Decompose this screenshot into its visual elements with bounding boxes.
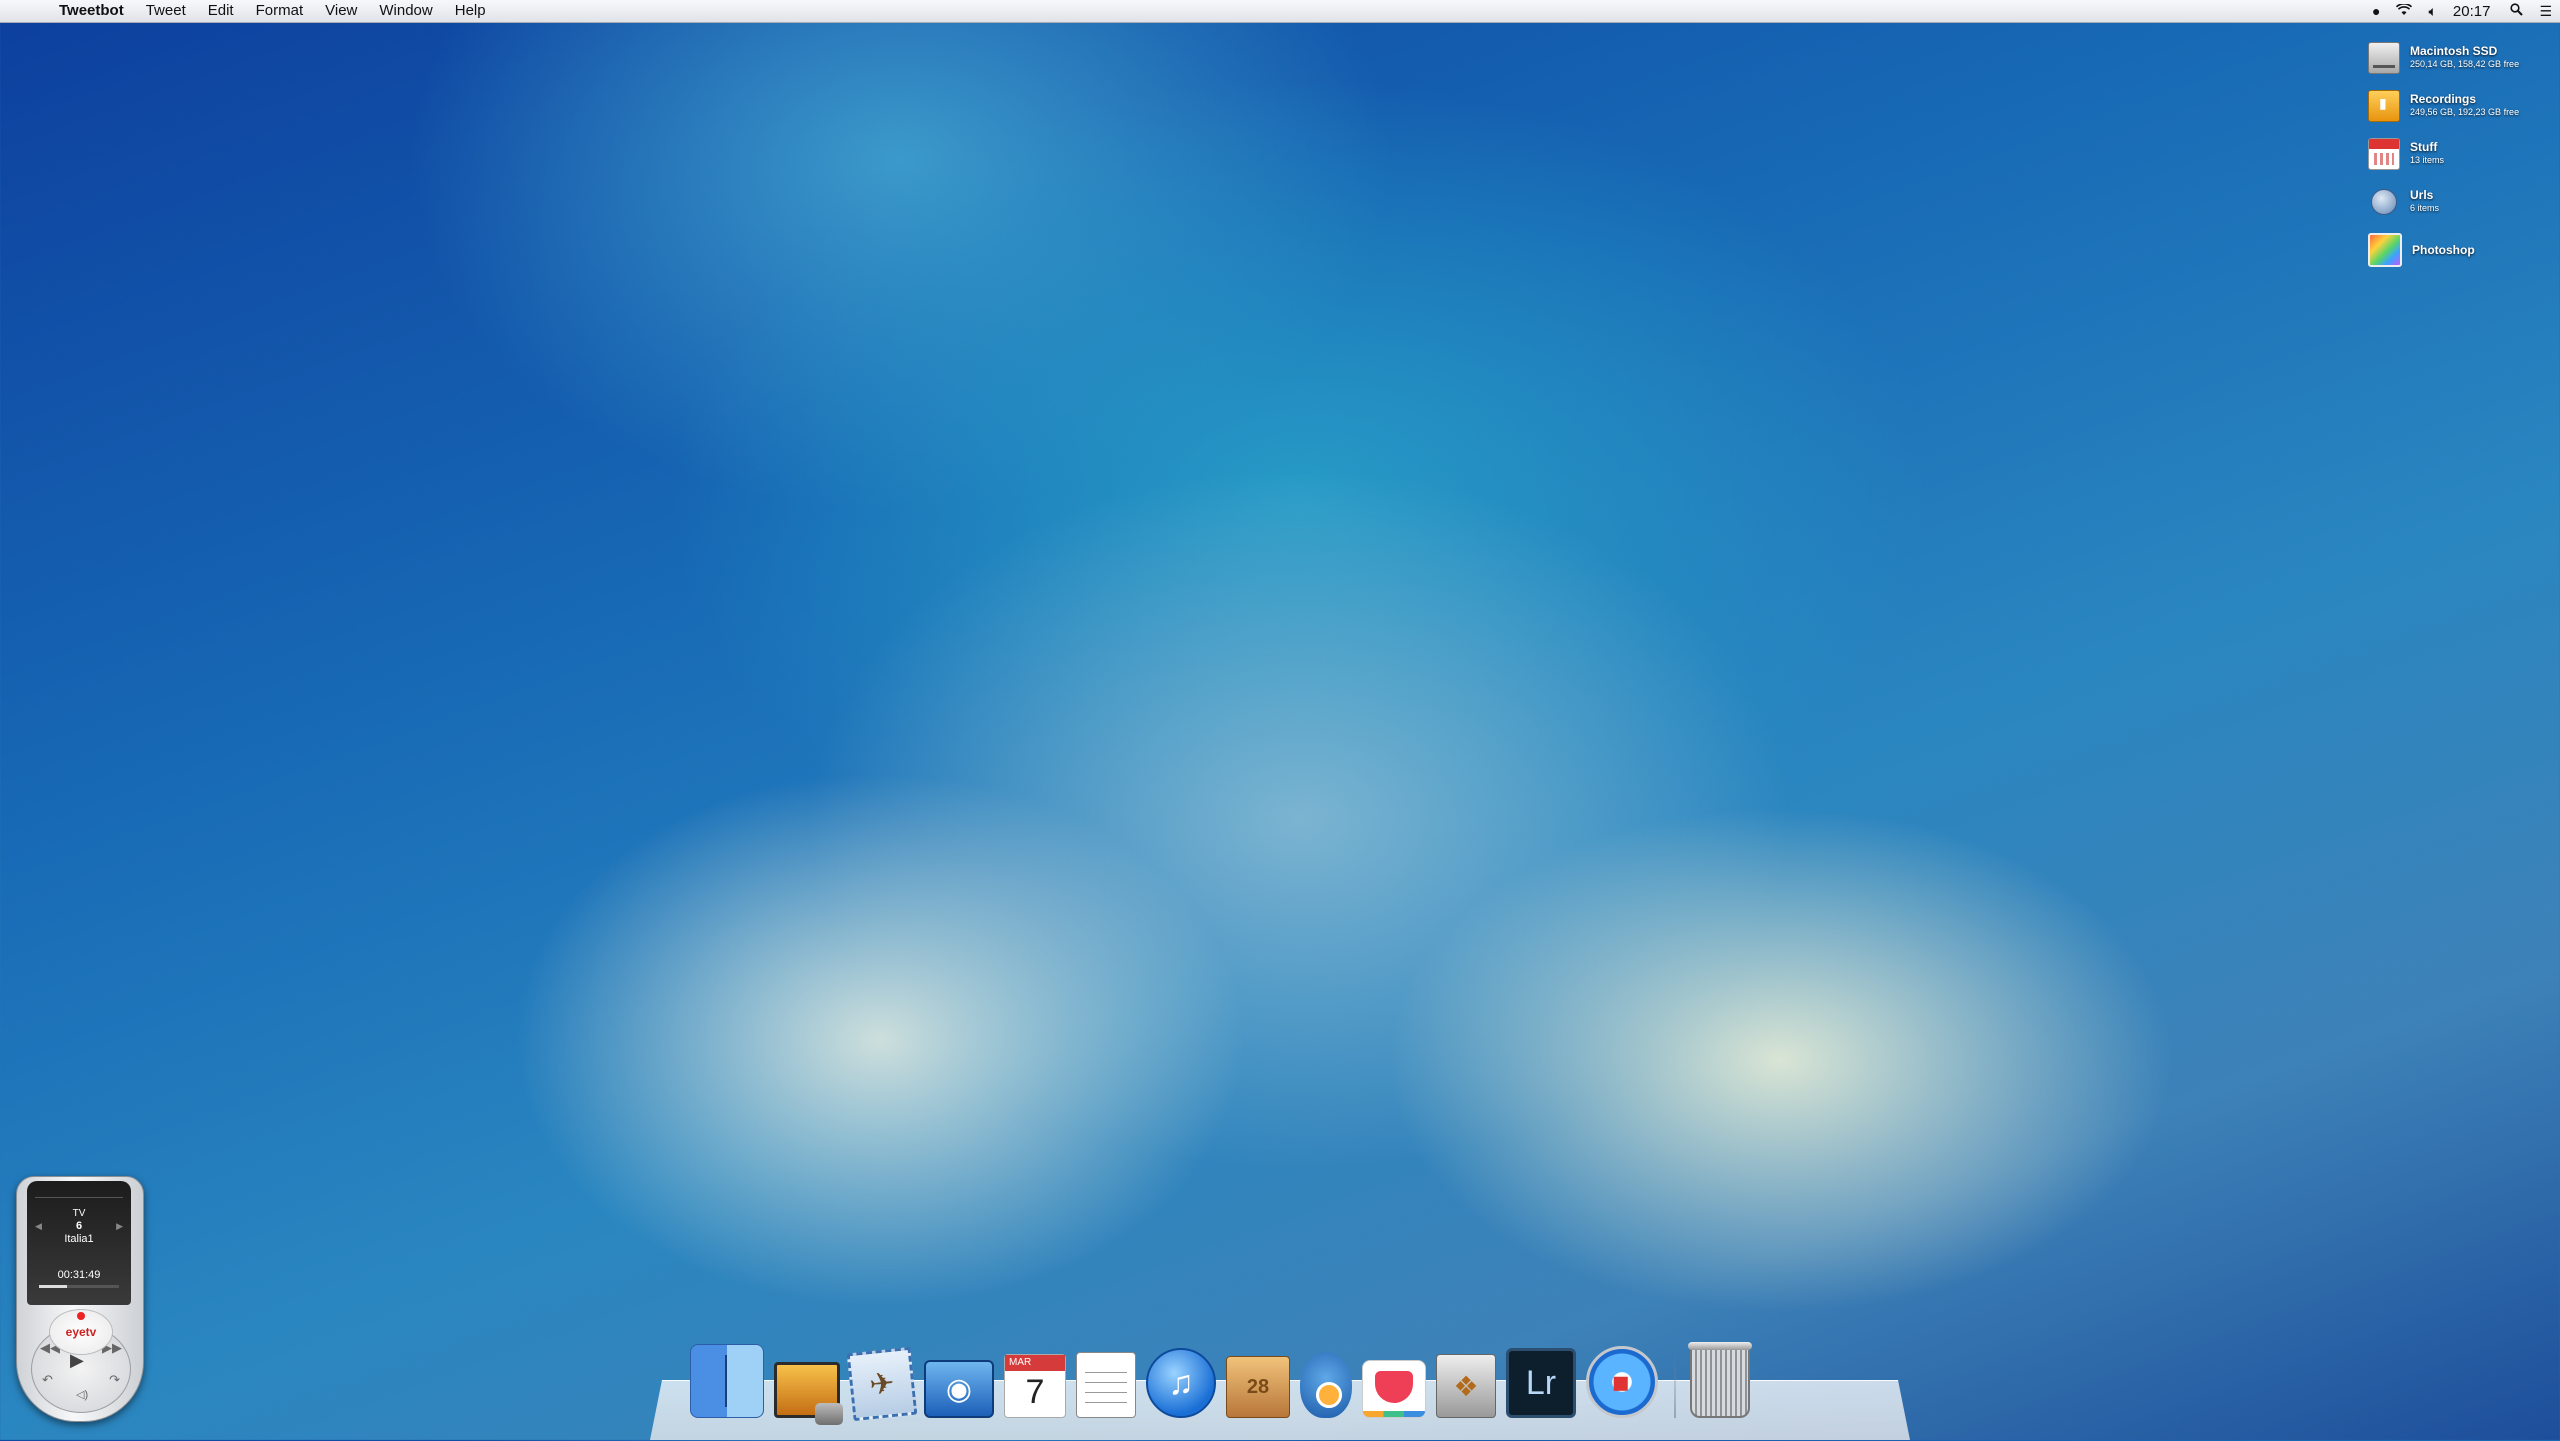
- desktop-item-info: 6 items: [2410, 203, 2440, 213]
- spotlight-icon[interactable]: [2502, 0, 2531, 22]
- desktop-item-name: Stuff: [2410, 140, 2438, 154]
- desktop-item-urls[interactable]: Urls 6 items: [2368, 178, 2548, 226]
- eyetv-remote[interactable]: TV ◀ 6 ▶ Italia1 00:31:49 ◀◀ ▶▶ ▶ ↶ ↷ ◁)…: [16, 1176, 144, 1422]
- menu-bar: Tweetbot Tweet Edit Format View Window H…: [0, 0, 2560, 23]
- desktop-items: Macintosh SSD 250,14 GB, 158,42 GB free …: [2368, 34, 2548, 274]
- desktop-item-name: Macintosh SSD: [2410, 44, 2498, 58]
- keka-icon[interactable]: ❖: [1436, 1354, 1496, 1418]
- remote-screen: TV ◀ 6 ▶ Italia1 00:31:49: [27, 1181, 131, 1305]
- stack-icon: [2368, 138, 2400, 170]
- deliveries-badge: 28: [1246, 1375, 1270, 1398]
- safari-icon[interactable]: ◆: [1586, 1346, 1658, 1418]
- volume-down-icon[interactable]: ◁): [76, 1388, 88, 1401]
- desktop-item-photoshop[interactable]: Photoshop: [2368, 226, 2548, 274]
- tweetbot-status-icon[interactable]: ●: [2364, 0, 2388, 22]
- tweetbot-icon[interactable]: [1300, 1352, 1352, 1418]
- deliveries-icon[interactable]: 28: [1226, 1356, 1290, 1418]
- volume-icon[interactable]: 🔈︎: [2420, 0, 2444, 22]
- desktop-item-info: 249,56 GB, 192,23 GB free: [2410, 107, 2520, 117]
- preview-icon[interactable]: ◉: [924, 1360, 994, 1418]
- desktop-item-name: Photoshop: [2412, 242, 2475, 257]
- dock: ✈︎ ◉ MAR 7 ♫ 28 ❖ Lr ◆: [690, 1338, 1760, 1425]
- desktop-item-stuff[interactable]: Stuff 13 items: [2368, 130, 2548, 178]
- hard-drive-icon: [2368, 42, 2400, 74]
- calendar-month: MAR: [1005, 1355, 1065, 1371]
- skip-forward-icon[interactable]: ↷: [109, 1372, 120, 1388]
- desktop-item-info: 250,14 GB, 158,42 GB free: [2410, 59, 2520, 69]
- reminders-icon[interactable]: [1076, 1352, 1136, 1418]
- external-drive-icon: [2368, 90, 2400, 122]
- iphoto-icon[interactable]: [774, 1362, 843, 1425]
- desktop-item-name: Urls: [2410, 188, 2434, 202]
- remote-channel-name: Italia1: [64, 1233, 94, 1245]
- notification-center-icon[interactable]: ☰: [2531, 0, 2560, 22]
- menu-clock[interactable]: 20:17: [2445, 3, 2503, 20]
- remote-progress-bar[interactable]: [39, 1285, 119, 1288]
- itunes-icon[interactable]: ♫: [1146, 1348, 1216, 1418]
- status-area: ● 🔈︎ 20:17 ☰: [2364, 0, 2560, 22]
- calendar-icon[interactable]: MAR 7: [1004, 1354, 1066, 1418]
- channel-next-icon[interactable]: ▶: [116, 1219, 123, 1233]
- dock-separator: [1674, 1348, 1676, 1418]
- desktop-item-name: Recordings: [2410, 92, 2477, 106]
- remote-time: 00:31:49: [57, 1269, 101, 1281]
- lightroom-label: Lr: [1525, 1363, 1557, 1402]
- trash-icon[interactable]: [1688, 1342, 1752, 1418]
- finder-icon[interactable]: [690, 1344, 764, 1418]
- remote-progress-fill: [39, 1285, 67, 1288]
- menu-format[interactable]: Format: [245, 0, 315, 22]
- skip-back-icon[interactable]: ↶: [42, 1372, 53, 1388]
- menu-window[interactable]: Window: [368, 0, 443, 22]
- desktop-item-info: 13 items: [2410, 155, 2445, 165]
- menu-help[interactable]: Help: [444, 0, 497, 22]
- channel-prev-icon[interactable]: ◀: [35, 1219, 42, 1233]
- menu-tweet[interactable]: Tweet: [135, 0, 197, 22]
- menu-edit[interactable]: Edit: [197, 0, 245, 22]
- pocket-icon[interactable]: [1362, 1360, 1426, 1418]
- remote-screen-bar: [35, 1187, 123, 1198]
- photoshop-alias-icon: [2368, 233, 2402, 267]
- eyetv-logo[interactable]: eyetv: [49, 1309, 113, 1355]
- calendar-day: 7: [1025, 1372, 1045, 1411]
- globe-icon: [2371, 189, 2397, 215]
- remote-mode: TV: [72, 1208, 86, 1219]
- mail-icon[interactable]: ✈︎: [846, 1346, 918, 1422]
- desktop-item-recordings[interactable]: Recordings 249,56 GB, 192,23 GB free: [2368, 82, 2548, 130]
- wifi-icon[interactable]: [2388, 0, 2420, 22]
- desktop-item-macintosh-ssd[interactable]: Macintosh SSD 250,14 GB, 158,42 GB free: [2368, 34, 2548, 82]
- menu-app-name[interactable]: Tweetbot: [48, 0, 135, 22]
- remote-channel-number: 6: [75, 1220, 83, 1232]
- lightroom-icon[interactable]: Lr: [1506, 1348, 1576, 1418]
- menu-view[interactable]: View: [314, 0, 368, 22]
